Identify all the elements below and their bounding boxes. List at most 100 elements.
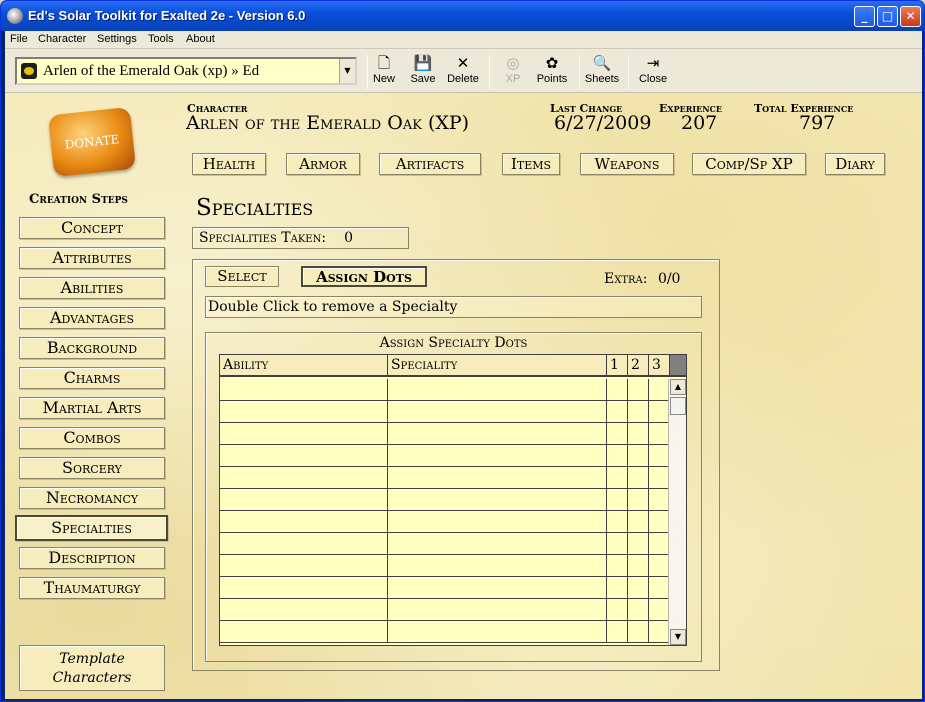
close-button[interactable]: ⇥ Close bbox=[637, 55, 669, 91]
table-cell[interactable] bbox=[649, 599, 670, 620]
column-speciality[interactable]: Speciality bbox=[388, 355, 607, 375]
table-cell[interactable] bbox=[607, 467, 628, 488]
table-cell[interactable] bbox=[388, 511, 607, 532]
menu-file[interactable]: File bbox=[10, 33, 28, 45]
table-cell[interactable] bbox=[649, 533, 670, 554]
table-cell[interactable] bbox=[388, 533, 607, 554]
column-ability[interactable]: Ability bbox=[220, 355, 388, 375]
table-cell[interactable] bbox=[220, 555, 388, 576]
step-necromancy[interactable]: Necromancy bbox=[19, 487, 165, 509]
table-cell[interactable] bbox=[220, 621, 388, 642]
table-cell[interactable] bbox=[220, 599, 388, 620]
menu-about[interactable]: About bbox=[186, 33, 215, 45]
table-cell[interactable] bbox=[607, 423, 628, 444]
minimize-button[interactable]: _ bbox=[854, 6, 875, 27]
scroll-up-icon[interactable]: ▲ bbox=[670, 379, 686, 395]
table-cell[interactable] bbox=[388, 555, 607, 576]
table-cell[interactable] bbox=[649, 445, 670, 466]
table-cell[interactable] bbox=[628, 423, 649, 444]
table-cell[interactable] bbox=[220, 401, 388, 422]
table-cell[interactable] bbox=[220, 511, 388, 532]
menu-tools[interactable]: Tools bbox=[148, 33, 174, 45]
step-description[interactable]: Description bbox=[19, 547, 165, 569]
tab-comp-sp-xp[interactable]: Comp/Sp XP bbox=[692, 153, 806, 175]
table-row[interactable] bbox=[220, 423, 670, 445]
table-row[interactable] bbox=[220, 511, 670, 533]
table-cell[interactable] bbox=[628, 445, 649, 466]
table-row[interactable] bbox=[220, 577, 670, 599]
step-background[interactable]: Background bbox=[19, 337, 165, 359]
column-dot-3[interactable]: 3 bbox=[649, 355, 670, 375]
chevron-down-icon[interactable]: ▼ bbox=[339, 59, 355, 83]
table-row[interactable] bbox=[220, 555, 670, 577]
tab-artifacts[interactable]: Artifacts bbox=[379, 153, 481, 175]
table-cell[interactable] bbox=[628, 489, 649, 510]
table-row[interactable] bbox=[220, 489, 670, 511]
table-row[interactable] bbox=[220, 533, 670, 555]
step-advantages[interactable]: Advantages bbox=[19, 307, 165, 329]
step-specialties[interactable]: Specialties bbox=[15, 515, 168, 541]
column-dot-1[interactable]: 1 bbox=[607, 355, 628, 375]
donate-button[interactable]: DONATE bbox=[47, 106, 137, 178]
table-cell[interactable] bbox=[649, 555, 670, 576]
table-cell[interactable] bbox=[649, 423, 670, 444]
table-cell[interactable] bbox=[628, 555, 649, 576]
template-characters-button[interactable]: Template Characters bbox=[19, 645, 165, 691]
table-cell[interactable] bbox=[628, 599, 649, 620]
app-icon[interactable] bbox=[7, 8, 23, 24]
table-cell[interactable] bbox=[607, 577, 628, 598]
step-martial-arts[interactable]: Martial Arts bbox=[19, 397, 165, 419]
table-cell[interactable] bbox=[628, 467, 649, 488]
table-cell[interactable] bbox=[607, 599, 628, 620]
tab-armor[interactable]: Armor bbox=[286, 153, 360, 175]
table-row[interactable] bbox=[220, 379, 670, 401]
table-cell[interactable] bbox=[628, 511, 649, 532]
table-row[interactable] bbox=[220, 599, 670, 621]
table-cell[interactable] bbox=[388, 621, 607, 642]
table-cell[interactable] bbox=[220, 577, 388, 598]
table-cell[interactable] bbox=[220, 423, 388, 444]
table-cell[interactable] bbox=[607, 445, 628, 466]
step-sorcery[interactable]: Sorcery bbox=[19, 457, 165, 479]
table-cell[interactable] bbox=[220, 445, 388, 466]
step-charms[interactable]: Charms bbox=[19, 367, 165, 389]
table-cell[interactable] bbox=[649, 489, 670, 510]
table-cell[interactable] bbox=[388, 445, 607, 466]
table-cell[interactable] bbox=[628, 379, 649, 400]
tab-weapons[interactable]: Weapons bbox=[580, 153, 674, 175]
xp-button[interactable]: ◎ XP bbox=[499, 55, 527, 91]
subtab-assign-dots[interactable]: Assign Dots bbox=[301, 266, 427, 287]
scroll-down-icon[interactable]: ▼ bbox=[670, 629, 686, 645]
step-combos[interactable]: Combos bbox=[19, 427, 165, 449]
table-cell[interactable] bbox=[607, 379, 628, 400]
table-row[interactable] bbox=[220, 621, 670, 643]
tab-items[interactable]: Items bbox=[502, 153, 560, 175]
tab-health[interactable]: Health bbox=[192, 153, 266, 175]
table-cell[interactable] bbox=[628, 401, 649, 422]
table-cell[interactable] bbox=[388, 489, 607, 510]
character-select[interactable]: Arlen of the Emerald Oak (xp) » Ed ▼ bbox=[15, 57, 357, 85]
scroll-thumb[interactable] bbox=[670, 397, 686, 415]
step-attributes[interactable]: Attributes bbox=[19, 247, 165, 269]
table-cell[interactable] bbox=[649, 379, 670, 400]
table-cell[interactable] bbox=[649, 401, 670, 422]
column-dot-2[interactable]: 2 bbox=[628, 355, 649, 375]
menu-character[interactable]: Character bbox=[38, 33, 86, 45]
table-cell[interactable] bbox=[607, 621, 628, 642]
table-cell[interactable] bbox=[607, 533, 628, 554]
table-cell[interactable] bbox=[607, 511, 628, 532]
points-button[interactable]: ✿ Points bbox=[535, 55, 569, 91]
table-cell[interactable] bbox=[388, 577, 607, 598]
table-cell[interactable] bbox=[607, 401, 628, 422]
step-thaumaturgy[interactable]: Thaumaturgy bbox=[19, 577, 165, 599]
table-cell[interactable] bbox=[628, 533, 649, 554]
table-cell[interactable] bbox=[220, 379, 388, 400]
table-cell[interactable] bbox=[628, 621, 649, 642]
table-cell[interactable] bbox=[628, 577, 649, 598]
close-window-button[interactable]: ✕ bbox=[900, 6, 921, 27]
table-row[interactable] bbox=[220, 445, 670, 467]
table-cell[interactable] bbox=[220, 489, 388, 510]
table-cell[interactable] bbox=[388, 401, 607, 422]
table-cell[interactable] bbox=[607, 489, 628, 510]
maximize-button[interactable]: □ bbox=[877, 6, 898, 27]
